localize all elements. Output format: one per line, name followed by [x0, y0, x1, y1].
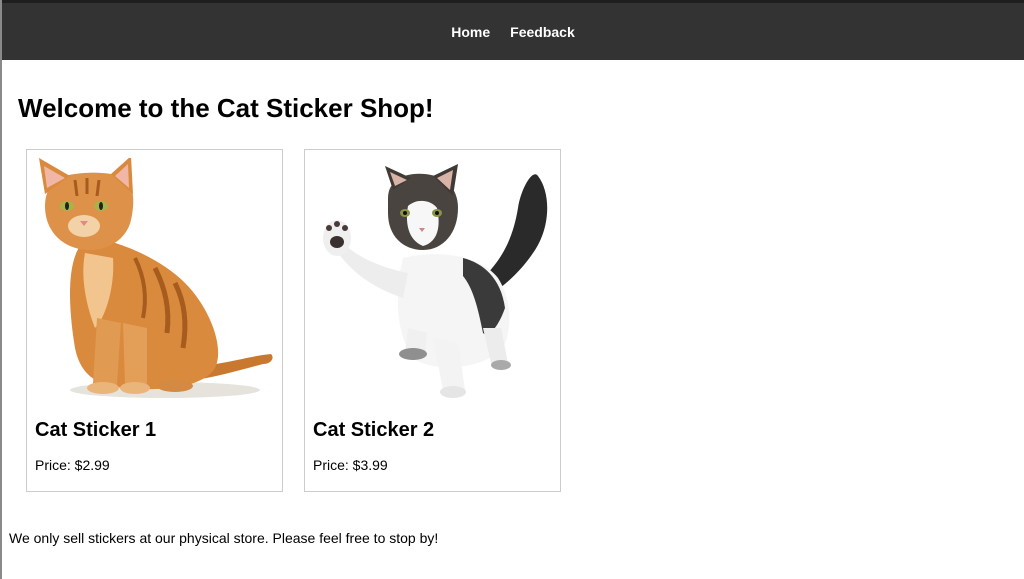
product-price: Price: $3.99 [313, 457, 388, 473]
product-card-2: Cat Sticker 2 Price: $3.99 [304, 149, 561, 492]
product-image-kitten [313, 158, 553, 403]
product-price: Price: $2.99 [35, 457, 110, 473]
product-image-orange-cat [35, 156, 275, 403]
product-name: Cat Sticker 2 [313, 419, 435, 441]
product-name: Cat Sticker 1 [35, 419, 157, 441]
store-info-text: We only sell stickers at our physical st… [9, 530, 439, 546]
window-left-edge [0, 0, 2, 579]
nav-home-link[interactable]: Home [451, 24, 490, 40]
nav-feedback-link[interactable]: Feedback [510, 24, 575, 40]
product-card-1: Cat Sticker 1 Price: $2.99 [26, 149, 283, 492]
top-navbar: Home Feedback [2, 3, 1024, 60]
page-title: Welcome to the Cat Sticker Shop! [18, 93, 434, 123]
